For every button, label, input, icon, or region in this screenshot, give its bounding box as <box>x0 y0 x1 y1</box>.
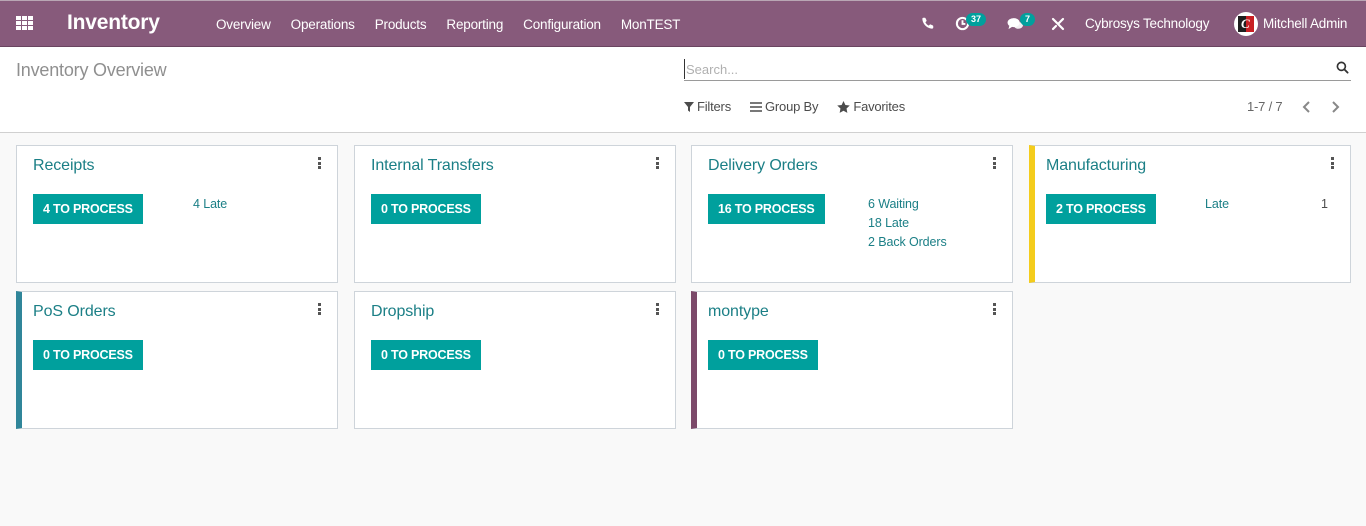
message-count-badge: 7 <box>1020 13 1036 26</box>
operation-card-dropship: Dropship 0 TO PROCESS <box>354 291 676 429</box>
breadcrumb: Inventory Overview <box>16 60 167 80</box>
user-menu[interactable]: Mitchell Admin <box>1263 16 1347 31</box>
operation-card-pos-orders: PoS Orders 0 TO PROCESS <box>16 291 338 429</box>
menu-operations[interactable]: Operations <box>281 17 365 32</box>
user-avatar[interactable]: C <box>1234 12 1258 36</box>
late-count: 1 <box>1321 197 1328 211</box>
pager-value: 1-7 / 7 <box>1247 99 1283 114</box>
menu-products[interactable]: Products <box>365 17 437 32</box>
to-process-button[interactable]: 16 TO PROCESS <box>708 194 825 224</box>
operation-card-receipts: Receipts 4 TO PROCESS 4 Late <box>16 145 338 283</box>
search-bar <box>684 57 1351 81</box>
favorites-button[interactable]: Favorites <box>837 99 905 114</box>
back-orders-link[interactable]: 2 Back Orders <box>868 235 947 249</box>
to-process-button[interactable]: 0 TO PROCESS <box>33 340 143 370</box>
search-options: Filters Group By Favorites <box>684 99 924 114</box>
card-title[interactable]: PoS Orders <box>33 303 116 321</box>
operation-card-manufacturing: Manufacturing 2 TO PROCESS Late 1 <box>1029 145 1351 283</box>
list-icon <box>750 101 762 112</box>
group-by-button[interactable]: Group By <box>750 99 819 114</box>
card-title[interactable]: Manufacturing <box>1046 157 1146 175</box>
card-title[interactable]: Receipts <box>33 157 95 175</box>
top-navbar: Inventory Overview Operations Products R… <box>0 0 1366 47</box>
card-title[interactable]: Dropship <box>371 303 434 321</box>
operation-card-delivery-orders: Delivery Orders 16 TO PROCESS 6 Waiting … <box>691 145 1013 283</box>
to-process-button[interactable]: 0 TO PROCESS <box>371 194 481 224</box>
search-input[interactable] <box>684 59 1324 79</box>
company-switcher[interactable]: Cybrosys Technology <box>1085 16 1209 31</box>
menu-configuration[interactable]: Configuration <box>513 17 611 32</box>
filter-icon <box>684 101 694 112</box>
debug-tools-icon[interactable] <box>1051 17 1065 34</box>
late-link[interactable]: 18 Late <box>868 216 909 230</box>
late-link[interactable]: Late <box>1205 197 1229 211</box>
late-link[interactable]: 4 Late <box>193 197 227 211</box>
phone-icon[interactable] <box>922 17 934 32</box>
card-menu-icon[interactable] <box>656 303 660 315</box>
filters-button[interactable]: Filters <box>684 99 731 114</box>
to-process-button[interactable]: 0 TO PROCESS <box>708 340 818 370</box>
activity-count-badge: 37 <box>966 13 987 26</box>
star-icon <box>837 100 851 113</box>
card-menu-icon[interactable] <box>318 303 322 315</box>
menu-montest[interactable]: MonTEST <box>611 17 690 32</box>
favorites-label: Favorites <box>853 99 905 114</box>
menu-reporting[interactable]: Reporting <box>436 17 513 32</box>
card-menu-icon[interactable] <box>993 157 997 169</box>
app-title: Inventory <box>67 11 160 34</box>
operation-card-montype: montype 0 TO PROCESS <box>691 291 1013 429</box>
card-menu-icon[interactable] <box>1331 157 1335 169</box>
search-icon[interactable] <box>1336 61 1349 74</box>
card-title[interactable]: Internal Transfers <box>371 157 494 175</box>
waiting-link[interactable]: 6 Waiting <box>868 197 919 211</box>
to-process-button[interactable]: 2 TO PROCESS <box>1046 194 1156 224</box>
pager-next-icon[interactable] <box>1328 100 1342 114</box>
to-process-button[interactable]: 4 TO PROCESS <box>33 194 143 224</box>
operation-card-internal-transfers: Internal Transfers 0 TO PROCESS <box>354 145 676 283</box>
card-menu-icon[interactable] <box>993 303 997 315</box>
main-menu: Overview Operations Products Reporting C… <box>206 1 690 47</box>
card-menu-icon[interactable] <box>318 157 322 169</box>
pager-previous-icon[interactable] <box>1300 100 1314 114</box>
menu-overview[interactable]: Overview <box>206 17 281 32</box>
card-menu-icon[interactable] <box>656 157 660 169</box>
group-by-label: Group By <box>765 99 819 114</box>
control-panel: Inventory Overview Filters Group By Favo… <box>0 47 1366 133</box>
card-title[interactable]: montype <box>708 303 769 321</box>
filters-label: Filters <box>697 99 731 114</box>
to-process-button[interactable]: 0 TO PROCESS <box>371 340 481 370</box>
apps-menu-icon[interactable] <box>16 16 33 30</box>
card-title[interactable]: Delivery Orders <box>708 157 818 175</box>
